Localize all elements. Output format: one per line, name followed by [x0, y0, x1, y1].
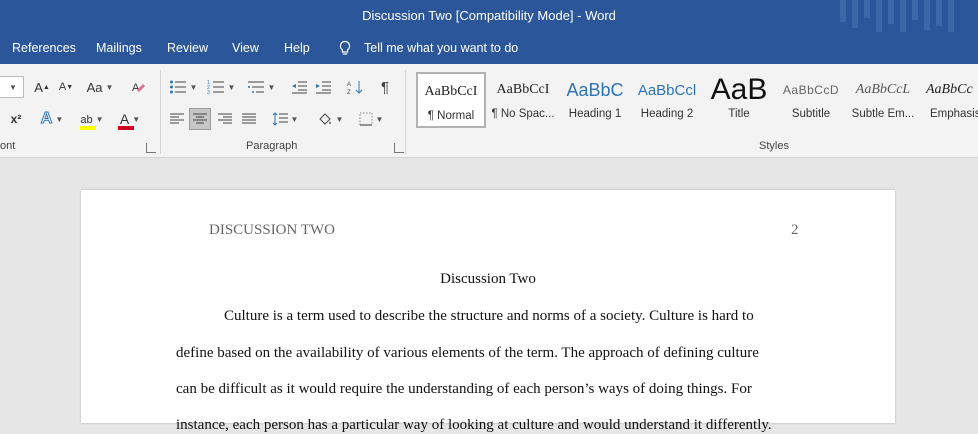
align-left-icon[interactable]: [166, 108, 188, 130]
align-right-icon[interactable]: [214, 108, 236, 130]
bullets-icon: [169, 80, 186, 94]
text-effects-icon: A: [40, 110, 53, 128]
font-color-button[interactable]: A ▼: [112, 108, 148, 130]
title-bar: Discussion Two [Compatibility Mode] - Wo…: [0, 0, 978, 32]
multilevel-list-icon: [247, 81, 264, 93]
svg-text:A: A: [132, 82, 140, 94]
tab-mailings[interactable]: Mailings: [96, 41, 142, 55]
font-size-dropdown[interactable]: ▼: [0, 76, 24, 98]
increase-indent-icon[interactable]: [312, 76, 334, 98]
style-subtitle[interactable]: AaBbCcD Subtitle: [776, 72, 846, 128]
font-color-icon: A: [119, 111, 130, 127]
superscript-button[interactable]: x²: [6, 108, 26, 130]
style-title[interactable]: AaB Title: [704, 72, 774, 128]
ribbon-tabs: References Mailings Review View Help Tel…: [0, 32, 978, 64]
change-case-button[interactable]: Aa ▼: [84, 76, 116, 98]
tell-me-search[interactable]: Tell me what you want to do: [364, 41, 518, 55]
line-spacing-icon: [272, 112, 288, 126]
paragraph-line: can be difficult as it would require the…: [176, 381, 752, 397]
svg-text:Z: Z: [347, 90, 351, 95]
svg-text:3: 3: [207, 90, 210, 95]
svg-text:A: A: [347, 82, 351, 88]
line-spacing-button[interactable]: ▼: [268, 108, 302, 130]
paragraph-line: define based on the availability of vari…: [176, 345, 759, 361]
paragraph-group-label: Paragraph: [246, 140, 298, 152]
tab-review[interactable]: Review: [167, 41, 208, 55]
font-dialog-launcher[interactable]: [146, 143, 156, 153]
text-effects-button[interactable]: A ▼: [36, 108, 68, 130]
borders-icon: [359, 112, 373, 126]
styles-gallery: AaBbCcI ¶ Normal AaBbCcI ¶ No Spac... Aa…: [414, 70, 978, 130]
style-heading-2[interactable]: AaBbCcl Heading 2: [632, 72, 702, 128]
bullets-button[interactable]: ▼: [166, 76, 200, 98]
lightbulb-icon: [339, 40, 351, 55]
paragraph-line: instance, each person has a particular w…: [176, 417, 772, 433]
paragraph-line: Culture is a term used to describe the s…: [224, 308, 754, 324]
paint-bucket-icon: [318, 113, 331, 125]
style-emphasis[interactable]: AaBbCc Emphasis: [920, 72, 978, 128]
document-page[interactable]: DISCUSSION TWO 2 Discussion Two Culture …: [81, 190, 895, 433]
decrease-indent-icon[interactable]: [288, 76, 310, 98]
style-subtle-emphasis[interactable]: AaBbCcL Subtle Em...: [848, 72, 918, 128]
ribbon: ▼ A ▲ A ▼ Aa ▼ A x² A ▼ ab ▼ A ▼ ont ▼ 1 2 3 ▼ …: [0, 64, 978, 158]
titlebar-pattern: [818, 0, 978, 32]
numbering-button[interactable]: 1 2 3 ▼: [204, 76, 238, 98]
style-heading-1[interactable]: AaBbC Heading 1: [560, 72, 630, 128]
grow-font-button[interactable]: A ▲: [32, 76, 52, 98]
document-title: Discussion Two: [440, 271, 536, 287]
align-center-icon[interactable]: [189, 108, 211, 130]
highlight-button[interactable]: ab ▼: [74, 108, 110, 130]
tab-help[interactable]: Help: [284, 41, 310, 55]
tab-references[interactable]: References: [12, 41, 76, 55]
shading-button[interactable]: ▼: [312, 108, 348, 130]
numbering-icon: 123: [207, 80, 224, 95]
sort-icon[interactable]: AZ: [344, 76, 366, 98]
highlighter-icon: ab: [80, 114, 93, 126]
running-header: DISCUSSION TWO: [209, 222, 335, 238]
ribbon-separator: [160, 70, 161, 154]
multilevel-list-button[interactable]: ▼: [244, 76, 278, 98]
style-no-spacing[interactable]: AaBbCcI ¶ No Spac...: [488, 72, 558, 128]
borders-button[interactable]: ▼: [354, 108, 388, 130]
page-number: 2: [791, 222, 799, 238]
shrink-font-button[interactable]: A ▼: [56, 76, 76, 98]
highlight-color-bar: [80, 126, 97, 130]
tab-view[interactable]: View: [232, 41, 259, 55]
styles-group-label: Styles: [759, 140, 789, 152]
paragraph-dialog-launcher[interactable]: [394, 143, 404, 153]
style-normal[interactable]: AaBbCcI ¶ Normal: [416, 72, 486, 128]
show-formatting-marks-icon[interactable]: ¶: [374, 76, 396, 98]
clear-formatting-icon[interactable]: A: [128, 76, 150, 98]
justify-icon[interactable]: [238, 108, 260, 130]
font-group-label: ont: [0, 140, 16, 152]
font-color-bar: [117, 126, 134, 130]
ribbon-separator: [405, 70, 406, 154]
